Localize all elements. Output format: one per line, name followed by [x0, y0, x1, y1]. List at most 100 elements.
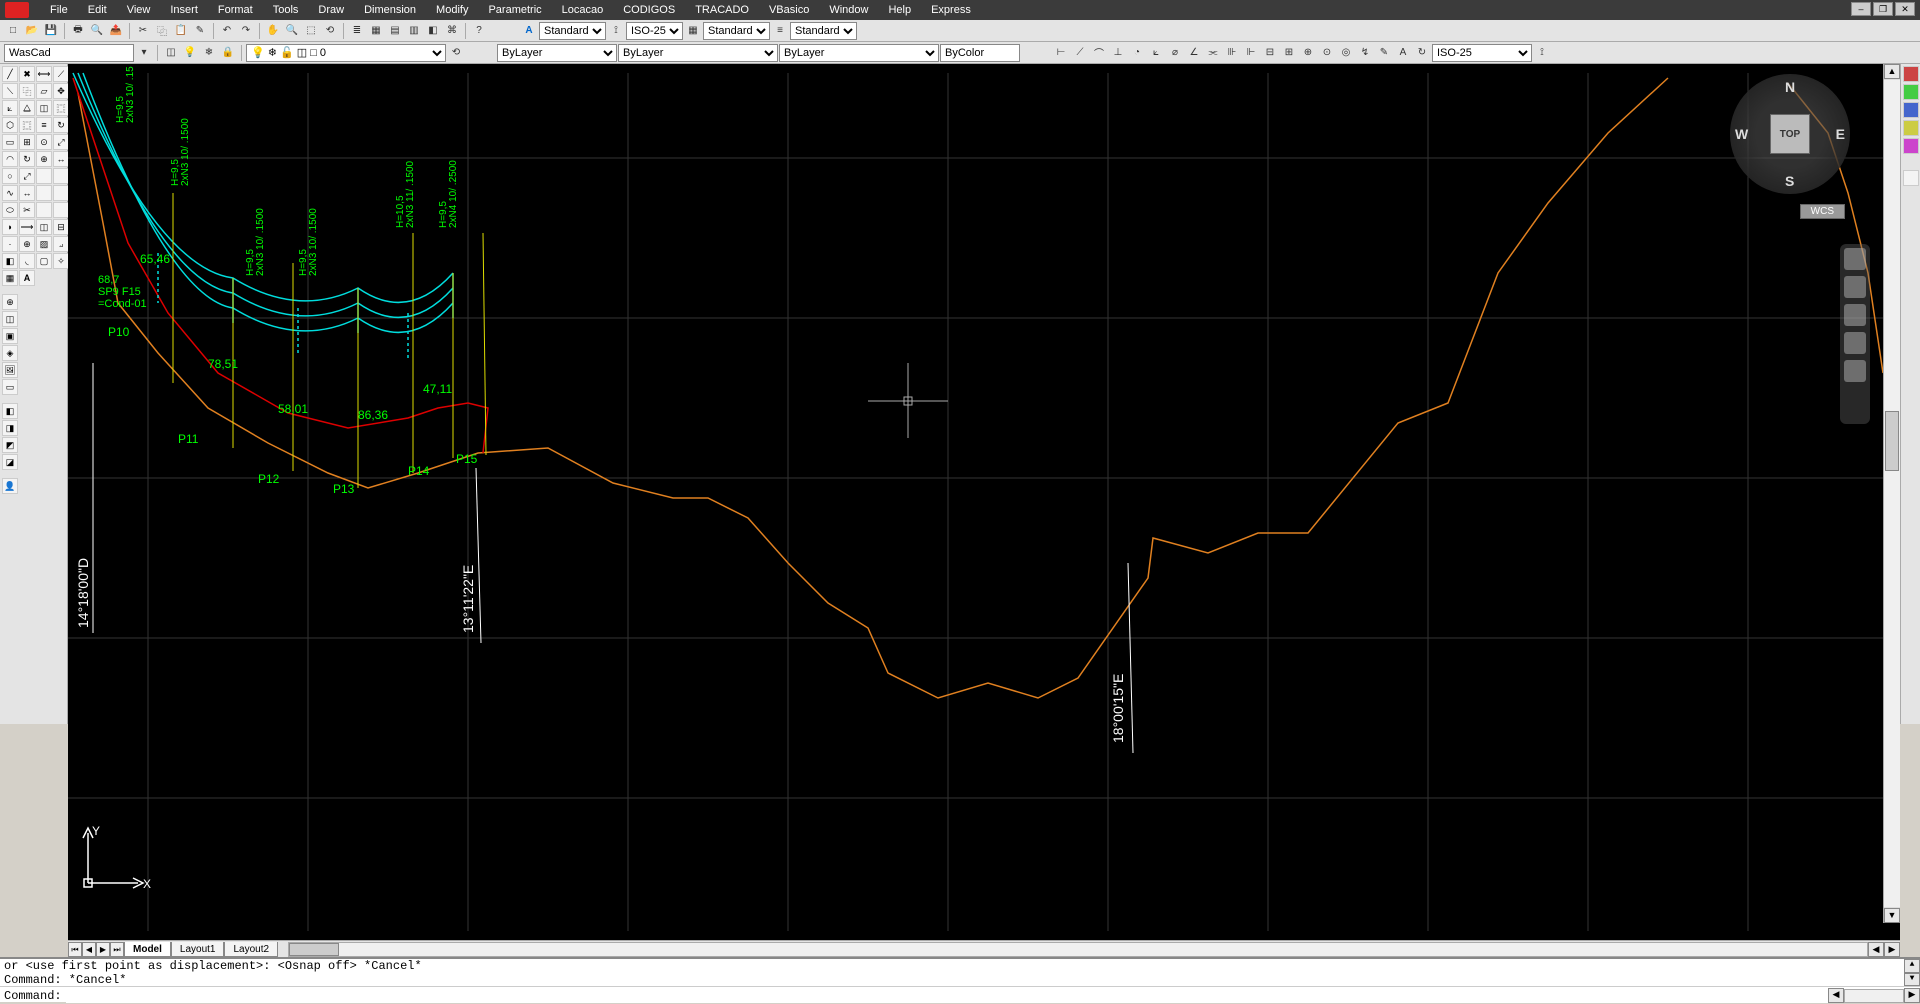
- scroll-down-button[interactable]: ▼: [1884, 908, 1900, 923]
- cmd-scroll-up[interactable]: ▲: [1904, 959, 1920, 973]
- text-style-select[interactable]: Standard: [539, 22, 606, 40]
- region-icon[interactable]: ◫: [36, 100, 52, 116]
- menu-insert[interactable]: Insert: [160, 0, 208, 20]
- tab-last-button[interactable]: ⏭: [110, 942, 124, 957]
- scale2-icon[interactable]: ⤢: [53, 134, 69, 150]
- dim-style-icon[interactable]: ⟟: [607, 22, 625, 40]
- palette3-icon[interactable]: [1903, 102, 1919, 118]
- mtext-icon[interactable]: A: [19, 270, 35, 286]
- menu-parametric[interactable]: Parametric: [478, 0, 551, 20]
- scroll-up-button[interactable]: ▲: [1884, 64, 1900, 79]
- copy-icon2[interactable]: ⿻: [19, 83, 35, 99]
- circle-icon[interactable]: ○: [2, 168, 18, 184]
- layer-merge-icon[interactable]: ◩: [2, 437, 18, 453]
- drawing-svg[interactable]: X Y P10 P11 P12 P13 P14 P15 58,01 86,36 …: [68, 64, 1900, 940]
- pline-icon[interactable]: ⟀: [2, 100, 18, 116]
- nav-orbit-icon[interactable]: [1844, 332, 1866, 354]
- rotate2-icon[interactable]: ↻: [53, 117, 69, 133]
- explode-icon[interactable]: ✧: [53, 253, 69, 269]
- tabs-scroll-thumb[interactable]: [289, 943, 339, 956]
- palette4-icon[interactable]: [1903, 120, 1919, 136]
- dim-continue-icon[interactable]: ⊩: [1242, 44, 1260, 62]
- cmd-input-track[interactable]: [1844, 989, 1904, 1003]
- layer-walk-icon[interactable]: ◨: [2, 420, 18, 436]
- dim-style-select2[interactable]: ISO-25: [1432, 44, 1532, 62]
- cmd-scroll-down[interactable]: ▼: [1904, 973, 1920, 987]
- save-icon[interactable]: 💾: [42, 22, 60, 40]
- tab-first-button[interactable]: ⏮: [68, 942, 82, 957]
- dim-aligned-icon[interactable]: ⟋: [1071, 44, 1089, 62]
- layer-state-select[interactable]: 💡 ❄ 🔓 ◫ □ 0: [246, 44, 446, 62]
- dim-ord-icon[interactable]: ⊥: [1109, 44, 1127, 62]
- move-icon[interactable]: ✥: [53, 83, 69, 99]
- dim-arc-icon[interactable]: ⌒: [1090, 44, 1108, 62]
- dim-edit-icon[interactable]: ✎: [1375, 44, 1393, 62]
- palette5-icon[interactable]: [1903, 138, 1919, 154]
- field-icon[interactable]: ▭: [2, 379, 18, 395]
- menu-modify[interactable]: Modify: [426, 0, 478, 20]
- nav-wheel-icon[interactable]: [1844, 248, 1866, 270]
- ml-style-icon[interactable]: ≡: [771, 22, 789, 40]
- nav-pan-icon[interactable]: [1844, 276, 1866, 298]
- erase-icon[interactable]: ✖: [19, 66, 35, 82]
- center-mark-icon[interactable]: ⊙: [1318, 44, 1336, 62]
- dim-jog-icon[interactable]: ⟀: [1147, 44, 1165, 62]
- rotate-icon[interactable]: ↻: [19, 151, 35, 167]
- mirror-icon[interactable]: ⧋: [19, 100, 35, 116]
- zoom-prev-icon[interactable]: ⟲: [321, 22, 339, 40]
- point-icon[interactable]: ·: [2, 236, 18, 252]
- menu-express[interactable]: Express: [921, 0, 981, 20]
- table-style-select[interactable]: Standard: [703, 22, 770, 40]
- scroll-thumb-v[interactable]: [1885, 411, 1899, 471]
- tb11[interactable]: [36, 202, 52, 218]
- dim-quick-icon[interactable]: ⫘: [1204, 44, 1222, 62]
- table-style-icon[interactable]: ▦: [684, 22, 702, 40]
- print-icon[interactable]: 🖶: [69, 22, 87, 40]
- join-icon[interactable]: ⊕: [19, 236, 35, 252]
- layer-iso-icon[interactable]: ◧: [2, 403, 18, 419]
- view-cube[interactable]: TOP N S E W: [1730, 74, 1850, 194]
- dim-update-icon[interactable]: ↻: [1413, 44, 1431, 62]
- tabs-scroll-left[interactable]: ◀: [1868, 942, 1884, 957]
- menu-window[interactable]: Window: [819, 0, 878, 20]
- dim-baseline-icon[interactable]: ⊪: [1223, 44, 1241, 62]
- trim-icon[interactable]: ✂: [19, 202, 35, 218]
- palette6-icon[interactable]: [1903, 170, 1919, 186]
- dist-icon[interactable]: ⟷: [36, 66, 52, 82]
- tab-prev-button[interactable]: ◀: [82, 942, 96, 957]
- match-icon[interactable]: ✎: [191, 22, 209, 40]
- cmd-input-right[interactable]: ▶: [1904, 988, 1920, 1003]
- dim-style-select[interactable]: ISO-25: [626, 22, 683, 40]
- layer-off-icon[interactable]: 💡: [181, 44, 199, 62]
- command-input[interactable]: [66, 989, 1828, 1003]
- chamfer-icon[interactable]: ⟓: [53, 236, 69, 252]
- plot-style-field[interactable]: ByColor: [940, 44, 1020, 62]
- menu-draw[interactable]: Draw: [308, 0, 354, 20]
- lineweight-select[interactable]: ByLayer: [779, 44, 939, 62]
- fillet-icon[interactable]: ◟: [19, 253, 35, 269]
- polygon-icon[interactable]: ⬡: [2, 117, 18, 133]
- gradient-icon[interactable]: ◧: [2, 253, 18, 269]
- menu-tracado[interactable]: TRACADO: [685, 0, 759, 20]
- dim-break-icon[interactable]: ⊞: [1280, 44, 1298, 62]
- wcs-button[interactable]: WCS: [1800, 204, 1845, 219]
- compass-w[interactable]: W: [1735, 126, 1748, 142]
- open-icon[interactable]: 📂: [23, 22, 41, 40]
- new-icon[interactable]: □: [4, 22, 22, 40]
- image-icon[interactable]: 🖼: [2, 362, 18, 378]
- markup-icon[interactable]: ◧: [424, 22, 442, 40]
- arc-icon[interactable]: ◠: [2, 151, 18, 167]
- tab-layout1[interactable]: Layout1: [171, 942, 225, 957]
- dim-override-icon[interactable]: ⟟: [1533, 44, 1551, 62]
- close-button[interactable]: ✕: [1895, 2, 1915, 16]
- menu-vbasico[interactable]: VBasico: [759, 0, 819, 20]
- xref-icon[interactable]: ◈: [2, 345, 18, 361]
- xline-icon[interactable]: ⟍: [2, 83, 18, 99]
- tolerance-icon[interactable]: ⊕: [1299, 44, 1317, 62]
- cmd-input-left[interactable]: ◀: [1828, 988, 1844, 1003]
- tab-layout2[interactable]: Layout2: [224, 942, 278, 957]
- redo-icon[interactable]: ↷: [237, 22, 255, 40]
- layer-prev-icon[interactable]: ⟲: [447, 44, 465, 62]
- hatch-icon[interactable]: ▨: [36, 236, 52, 252]
- preview-icon[interactable]: 🔍: [88, 22, 106, 40]
